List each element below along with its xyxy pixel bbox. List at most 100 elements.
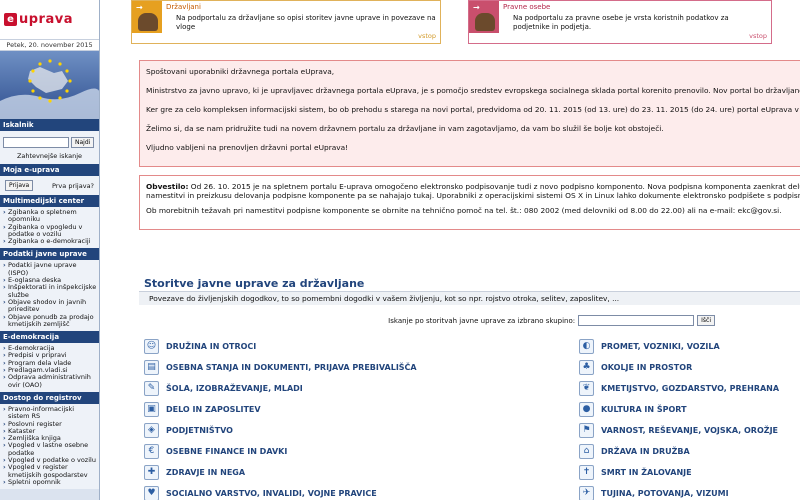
sidebar-link[interactable]: Inšpektorati in inšpekcijske službe [3,284,97,299]
services-search: Iskanje po storitvah javne uprave za izb… [388,315,715,326]
sidebar-link[interactable]: Objave shodov in javnih prireditev [3,298,97,314]
signature-notice: Obvestilo: Od 26. 10. 2015 je na spletne… [139,175,800,230]
arrow-right-icon: → [136,3,143,12]
citizens-description: Na podportalu za državljane so opisi sto… [176,14,436,31]
business-icon: ◈ [144,422,159,438]
legal-entities-description: Na podportalu za pravne osebe je vrsta k… [513,14,729,31]
sidebar-login: Prijava Prva prijava? [0,176,99,195]
service-category-label[interactable]: SOCIALNO VARSTVO, INVALIDI, VOJNE PRAVIC… [166,489,377,498]
service-category[interactable]: ✝ SMRT IN ŽALOVANJE [579,463,692,481]
service-category-label[interactable]: ŠOLA, IZOBRAŽEVANJE, MLADI [166,384,303,393]
sidebar-search-button[interactable]: Najdi [71,137,95,148]
advanced-search-link[interactable]: Zahtevnejše iskanje [3,152,96,160]
service-category-label[interactable]: DRŽAVA IN DRUŽBA [601,447,690,456]
security-icon: ⚑ [579,422,594,438]
citizens-title[interactable]: Državljani [166,3,201,11]
section-heading: Podatki javne uprave [0,248,99,261]
legal-entities-portal-box[interactable]: → Pravne osebe Na podportalu za pravne o… [468,0,772,44]
eu-stars-banner-image [0,51,99,119]
sidebar-link[interactable]: Vpogled v register kmetijskih gospodarst… [3,464,97,479]
section-link-list: Zgibanka o spletnem opomnikuZgibanka o v… [0,207,99,249]
welcome-line: Ministrstvo za javno upravo, ki je uprav… [146,86,800,95]
service-category[interactable]: ❦ KMETIJSTVO, GOZDARSTVO, PREHRANA [579,379,779,397]
service-category[interactable]: ✚ ZDRAVJE IN NEGA [144,463,245,481]
service-category-label[interactable]: OSEBNE FINANCE IN DAVKI [166,447,287,456]
school-icon: ✎ [144,380,159,396]
legal-entities-photo: → [469,1,499,33]
service-category[interactable]: ● KULTURA IN ŠPORT [579,400,687,418]
logo-text: uprava [19,12,73,27]
sidebar-link[interactable]: Pravno-informacijski sistem RS [3,405,97,421]
login-heading: Moja e-uprava [0,164,99,176]
traffic-icon: ◐ [579,338,594,354]
service-category[interactable]: € OSEBNE FINANCE IN DAVKI [144,442,287,460]
service-category-label[interactable]: DRUŽINA IN OTROCI [166,342,256,351]
service-category[interactable]: ☺ DRUŽINA IN OTROCI [144,337,256,355]
finance-icon: € [144,443,159,459]
service-category-label[interactable]: OKOLJE IN PROSTOR [601,363,692,372]
sidebar-link[interactable]: Vpogled v lastne osebne podatke [3,442,97,457]
sidebar-link[interactable]: Zgibanka o spletnem opomniku [3,208,97,224]
service-category[interactable]: ◈ PODJETNIŠTVO [144,421,233,439]
logo-mark: e [4,13,17,26]
services-search-input[interactable] [578,315,695,326]
services-title: Storitve javne uprave za državljane [144,277,365,290]
service-category-label[interactable]: SMRT IN ŽALOVANJE [601,468,692,477]
citizens-photo: → [132,1,162,33]
service-category-label[interactable]: TUJINA, POTOVANJA, VIZUMI [601,489,729,498]
service-category[interactable]: ♥ SOCIALNO VARSTVO, INVALIDI, VOJNE PRAVI… [144,484,377,500]
section-heading: Dostop do registrov [0,391,99,404]
current-date: Petek, 20. november 2015 [0,40,99,51]
sidebar-search: Najdi Zahtevnejše iskanje [0,131,99,164]
arrow-right-icon: → [473,3,480,12]
service-category[interactable]: ✎ ŠOLA, IZOBRAŽEVANJE, MLADI [144,379,303,397]
sidebar-link[interactable]: Podatki javne uprave (ISPO) [3,262,97,277]
citizens-enter-link[interactable]: vstop [418,32,436,40]
section-heading: Multimedijski center [0,195,99,207]
section-link-list: Pravno-informacijski sistem RSPoslovni r… [0,403,99,490]
documents-icon: ▤ [144,359,159,375]
service-category-label[interactable]: DELO IN ZAPOSLITEV [166,405,261,414]
service-category[interactable]: ⌂ DRŽAVA IN DRUŽBA [579,442,690,460]
mourning-icon: ✝ [579,464,594,480]
sidebar-link[interactable]: Zgibanka o e-demokraciji [3,237,97,245]
service-category[interactable]: ▤ OSEBNA STANJA IN DOKUMENTI, PRIJAVA PRE… [144,358,417,376]
welcome-line: Želimo si, da se nam pridružite tudi na … [146,124,664,133]
services-search-label: Iskanje po storitvah javne uprave za izb… [388,316,576,325]
euprava-logo[interactable]: e uprava [0,0,99,40]
sidebar-link[interactable]: Objave ponudb za prodajo kmetijskih zeml… [3,313,97,329]
travel-icon: ✈ [579,485,594,500]
sidebar-link[interactable]: Spletni opomnik [3,478,97,486]
notice-line: Ob morebitnih težavah pri namestitvi pod… [146,206,782,215]
service-category-label[interactable]: PODJETNIŠTVO [166,426,233,435]
environment-icon: ♣ [579,359,594,375]
welcome-line: Spoštovani uporabniki državnega portala … [146,67,335,76]
social-care-icon: ♥ [144,485,159,500]
service-category-label[interactable]: OSEBNA STANJA IN DOKUMENTI, PRIJAVA PREB… [166,363,417,372]
legal-entities-title[interactable]: Pravne osebe [503,3,550,11]
first-login-link[interactable]: Prva prijava? [52,182,94,190]
service-category[interactable]: ◐ PROMET, VOZNIKI, VOZILA [579,337,720,355]
services-subtitle: Povezave do življenjskih dogodkov, to so… [139,291,800,305]
section-link-list: Podatki javne uprave (ISPO)E-oglasna des… [0,260,99,332]
service-category[interactable]: ✈ TUJINA, POTOVANJA, VIZUMI [579,484,729,500]
work-icon: ▣ [144,401,159,417]
legal-entities-enter-link[interactable]: vstop [749,32,767,40]
welcome-line: Ker gre za celo kompleksen informacijski… [146,105,800,114]
services-search-button[interactable]: Išči [697,315,715,326]
service-category[interactable]: ⚑ VARNOST, REŠEVANJE, VOJSKA, OROŽJE [579,421,778,439]
service-category-label[interactable]: VARNOST, REŠEVANJE, VOJSKA, OROŽJE [601,426,778,435]
service-category-label[interactable]: KMETIJSTVO, GOZDARSTVO, PREHRANA [601,384,779,393]
main-content: → Državljani Na podportalu za državljane… [101,0,800,500]
sidebar-search-input[interactable] [3,137,69,148]
sidebar-link[interactable]: Odprava administrativnih ovir (OAO) [3,374,97,389]
service-category-label[interactable]: PROMET, VOZNIKI, VOZILA [601,342,720,351]
welcome-notice: Spoštovani uporabniki državnega portala … [139,60,800,167]
login-button[interactable]: Prijava [5,180,34,191]
service-category[interactable]: ♣ OKOLJE IN PROSTOR [579,358,692,376]
service-category-label[interactable]: ZDRAVJE IN NEGA [166,468,245,477]
service-category-label[interactable]: KULTURA IN ŠPORT [601,405,687,414]
sidebar-link[interactable]: Zgibanka o vpogledu v podatke o vozilu [3,223,97,239]
service-category[interactable]: ▣ DELO IN ZAPOSLITEV [144,400,261,418]
citizens-portal-box[interactable]: → Državljani Na podportalu za državljane… [131,0,441,44]
